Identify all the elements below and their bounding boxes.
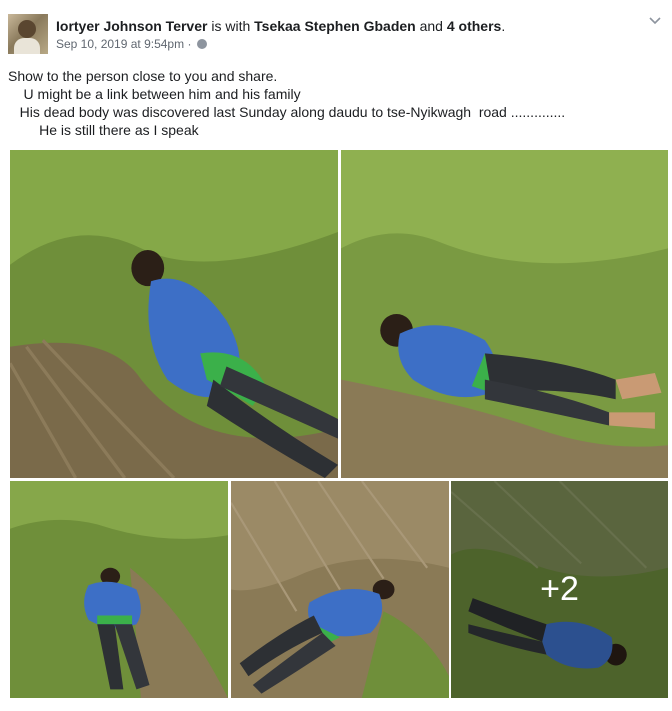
more-photos-count: +2: [540, 570, 579, 608]
and-text: and: [419, 18, 443, 34]
title-period: .: [501, 18, 506, 34]
post-text-line: Show to the person close to you and shar…: [8, 68, 278, 84]
post-photo-1[interactable]: [10, 150, 338, 478]
post-text-line: U might be a link between him and his fa…: [8, 86, 301, 102]
meta-separator: ·: [187, 37, 192, 51]
post-title-line: Iortyer Johnson Terver is with Tsekaa St…: [56, 17, 505, 35]
post-meta: Sep 10, 2019 at 9:54pm ·: [56, 37, 207, 52]
post-photo-5[interactable]: +2: [451, 481, 668, 698]
with-text: is with: [211, 18, 251, 34]
post-photo-4[interactable]: [231, 481, 449, 698]
tagged-name-link[interactable]: Tsekaa Stephen Gbaden: [254, 18, 416, 34]
post-photo-2[interactable]: [341, 150, 668, 478]
others-link[interactable]: 4 others: [447, 18, 501, 34]
more-photos-overlay[interactable]: +2: [451, 481, 668, 698]
avatar[interactable]: [8, 14, 48, 54]
globe-icon[interactable]: [196, 39, 207, 49]
chevron-down-icon[interactable]: [648, 14, 662, 28]
post-text-line: His dead body was discovered last Sunday…: [8, 104, 566, 120]
post-text: Show to the person close to you and shar…: [8, 67, 664, 139]
timestamp-link[interactable]: Sep 10, 2019 at 9:54pm: [56, 37, 184, 51]
post-text-line: He is still there as I speak: [8, 122, 199, 138]
author-name-link[interactable]: Iortyer Johnson Terver: [56, 18, 207, 34]
post-photo-3[interactable]: [10, 481, 228, 698]
post-header: Iortyer Johnson Terver is with Tsekaa St…: [8, 14, 664, 56]
